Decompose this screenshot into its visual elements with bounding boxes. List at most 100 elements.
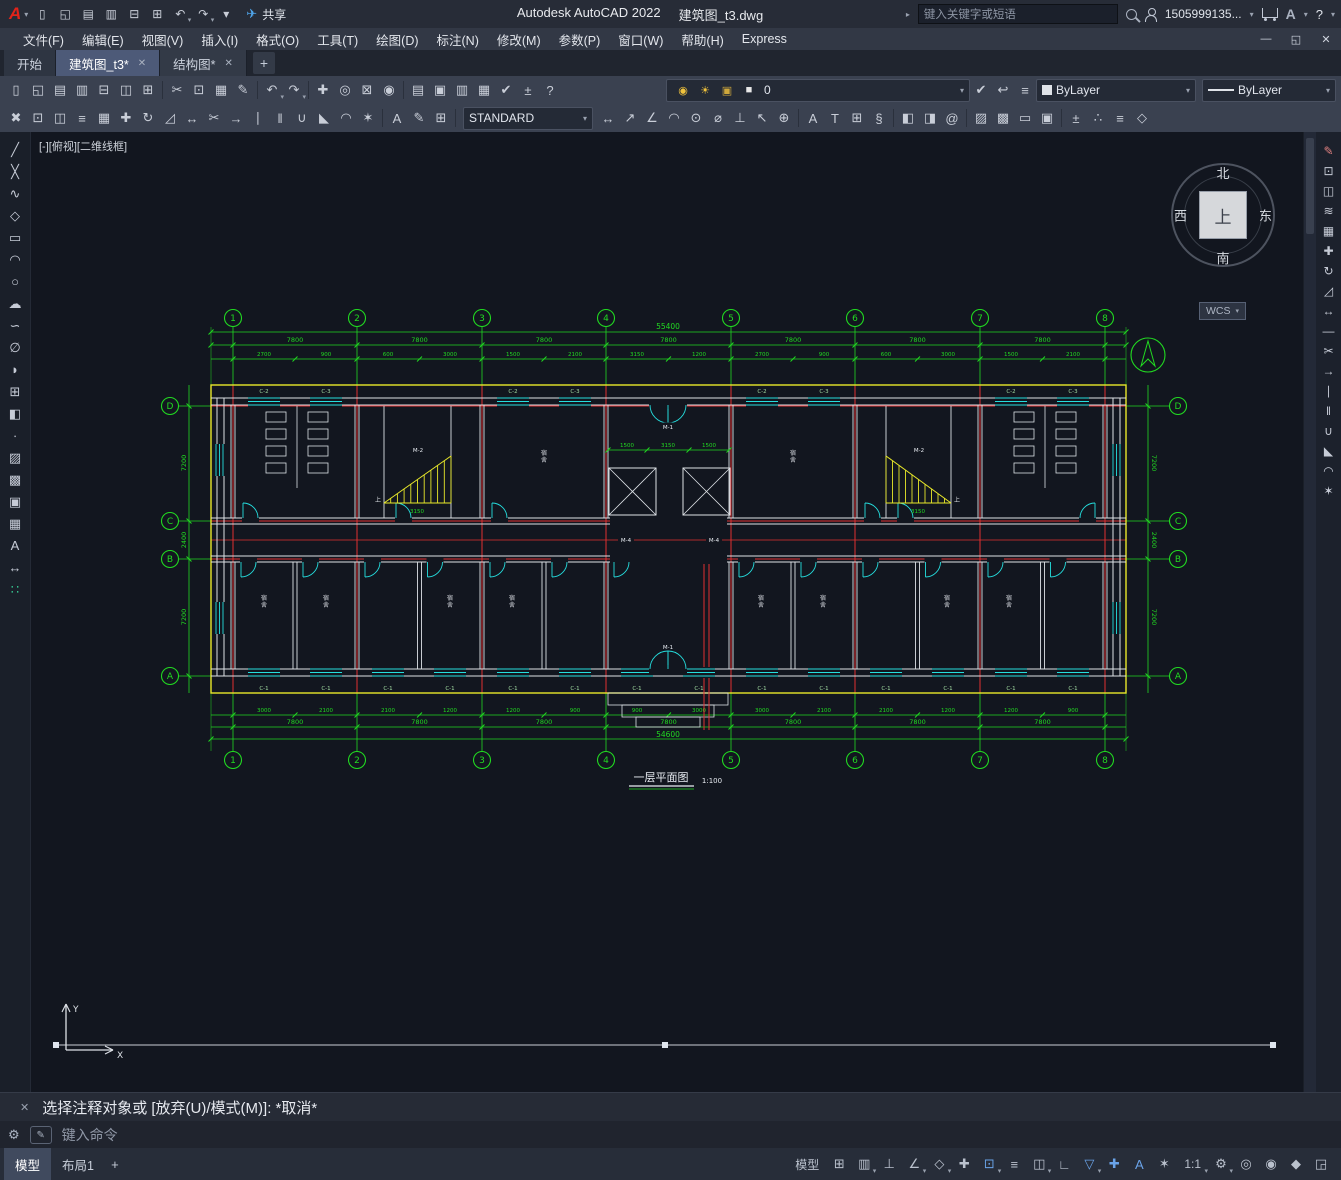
menu-item[interactable]: 帮助(H) — [672, 28, 732, 50]
new-drawing-tab-button[interactable]: + — [252, 52, 275, 74]
gradient-icon[interactable]: ▩ — [992, 107, 1014, 129]
plot-preview-icon[interactable]: ◫ — [115, 79, 137, 101]
trim-icon[interactable]: ✂ — [203, 107, 225, 129]
text-style-dropdown[interactable]: STANDARD ▾ — [463, 106, 593, 130]
gizmo-icon[interactable]: ✚ — [1102, 1152, 1126, 1176]
dim-aligned-icon[interactable]: ↗ — [619, 107, 641, 129]
move-icon[interactable]: ✚ — [115, 107, 137, 129]
layer-on-icon[interactable]: ◉ — [672, 79, 694, 101]
viewcube[interactable]: 北 南 西 东 上 — [1171, 163, 1275, 267]
file-tab[interactable]: 建筑图_t3* ✕ — [56, 50, 161, 76]
menu-item[interactable]: 插入(I) — [192, 28, 247, 50]
selection-cycling-icon[interactable]: ◫ ▾ — [1027, 1152, 1051, 1176]
make-object-layer-current-icon[interactable]: ✔ — [970, 79, 992, 101]
ellipse-arc-icon[interactable]: ◗ — [2, 360, 28, 379]
dim-angular-icon[interactable]: ∠ — [641, 107, 663, 129]
file-tab[interactable]: 开始 — [4, 50, 57, 76]
chamfer-icon[interactable]: ◣ — [313, 107, 335, 129]
open-icon[interactable]: ◱ — [27, 79, 49, 101]
open-file-icon[interactable]: ◱ — [55, 4, 75, 24]
break-icon[interactable]: ‖ — [1318, 402, 1340, 420]
vertical-scrollbar[interactable] — [1303, 132, 1316, 1092]
search-icon[interactable] — [1125, 8, 1137, 20]
lineweight-icon[interactable]: ≡ — [1002, 1152, 1026, 1176]
zoom-realtime-icon[interactable]: ◎ — [334, 79, 356, 101]
mirror-icon[interactable]: ◫ — [1318, 182, 1340, 200]
menu-item[interactable]: 工具(T) — [308, 28, 367, 50]
zoom-window-icon[interactable]: ⊠ — [356, 79, 378, 101]
isolate-objects-icon[interactable]: ◉ — [1259, 1152, 1283, 1176]
pan-realtime-icon[interactable]: ✚ — [312, 79, 334, 101]
annotation-scale-icon[interactable]: 1:1 ▾ — [1177, 1152, 1208, 1176]
autodesk-icon[interactable]: A — [1286, 6, 1296, 22]
quick-calc-icon[interactable]: ± — [517, 79, 539, 101]
layer-dropdown[interactable]: ◉ ☀ ▣ ■ 0 ▾ — [666, 78, 970, 102]
explode-icon[interactable]: ✶ — [357, 107, 379, 129]
viewcube-south-label[interactable]: 南 — [1216, 248, 1229, 267]
paste-clip-icon[interactable]: ▦ — [210, 79, 232, 101]
markup-set-manager-icon[interactable]: ✔ — [495, 79, 517, 101]
break-icon[interactable]: ‖ — [269, 107, 291, 129]
make-block-icon[interactable]: ◧ — [2, 404, 28, 423]
erase-icon[interactable]: ✎ — [1318, 142, 1340, 160]
drawing-canvas[interactable]: 55400 7800 7800 7800 7800 7800 7800 7800 2700 900… — [31, 132, 1303, 1092]
app-store-icon[interactable] — [1261, 7, 1278, 21]
viewport-controls[interactable]: [-][俯视][二维线框] — [39, 138, 127, 154]
edit-attribute-icon[interactable]: @ — [941, 107, 963, 129]
insert-block-icon[interactable]: ⊞ — [2, 382, 28, 401]
layer-previous-icon[interactable]: ↩ — [992, 79, 1014, 101]
layer-thaw-icon[interactable]: ☀ — [694, 79, 716, 101]
revision-cloud-icon[interactable]: ☁ — [2, 294, 28, 313]
array-icon[interactable]: ▦ — [93, 107, 115, 129]
viewcube-top-face[interactable]: 上 — [1199, 191, 1247, 239]
file-tab[interactable]: 结构图* ✕ — [160, 50, 247, 76]
dim-diameter-icon[interactable]: ⌀ — [707, 107, 729, 129]
polygon-icon[interactable]: ◇ — [2, 206, 28, 225]
table-style-icon[interactable]: ⊞ — [430, 107, 452, 129]
grid-display-icon[interactable]: ⊞ — [827, 1152, 851, 1176]
help-button[interactable]: ? — [1316, 7, 1323, 22]
floor-plan[interactable]: 55400 7800 7800 7800 7800 7800 7800 7800 2700 900… — [160, 308, 1188, 790]
tab-close-icon[interactable]: ✕ — [138, 58, 146, 69]
user-id[interactable]: 1505999135... — [1165, 7, 1242, 21]
qat-customize-icon[interactable]: ▾ — [216, 4, 236, 24]
dim-style-icon[interactable]: ✎ — [408, 107, 430, 129]
hatch-icon[interactable]: ▨ — [2, 448, 28, 467]
join-icon[interactable]: ∪ — [291, 107, 313, 129]
spline-icon[interactable]: ∽ — [2, 316, 28, 335]
menu-item[interactable]: 绘图(D) — [367, 28, 427, 50]
match-properties-icon[interactable]: ✎ — [232, 79, 254, 101]
circle-icon[interactable]: ○ — [2, 272, 28, 291]
menu-item[interactable]: 格式(O) — [247, 28, 308, 50]
fillet-icon[interactable]: ◠ — [335, 107, 357, 129]
move-icon[interactable]: ✚ — [1318, 242, 1340, 260]
area-icon[interactable]: ◇ — [1131, 107, 1153, 129]
list-icon[interactable]: ≡ — [1109, 107, 1131, 129]
help-icon[interactable]: ? — [539, 79, 561, 101]
boundary-icon[interactable]: ▭ — [1014, 107, 1036, 129]
print-icon[interactable]: ⊟ — [93, 79, 115, 101]
app-menu-logo[interactable]: A — [6, 4, 24, 24]
command-input-row[interactable]: ⚙ ✎ 键入命令 — [0, 1121, 1341, 1149]
rotate-icon[interactable]: ↻ — [137, 107, 159, 129]
menu-item[interactable]: 窗口(W) — [609, 28, 672, 50]
chamfer-icon[interactable]: ◣ — [1318, 442, 1340, 460]
dim-linear-icon[interactable]: ↔ — [597, 107, 619, 129]
print-icon[interactable]: ⊟ — [124, 4, 144, 24]
hatch-icon[interactable]: ▨ — [970, 107, 992, 129]
new-file-icon[interactable]: ▯ — [32, 4, 52, 24]
rotate-icon[interactable]: ↻ — [1318, 262, 1340, 280]
dimension-icon[interactable]: ↔ — [2, 558, 28, 577]
object-snap-tracking-icon[interactable]: ✚ — [952, 1152, 976, 1176]
erase-icon[interactable]: ✖ — [5, 107, 27, 129]
annotation-visibility-icon[interactable]: A — [1127, 1152, 1151, 1176]
minimize-button[interactable]: — — [1251, 28, 1281, 50]
snap-mode-icon[interactable]: ▥ ▾ — [852, 1152, 876, 1176]
construction-line-icon[interactable]: ╳ — [2, 162, 28, 181]
region-icon[interactable]: ▣ — [1036, 107, 1058, 129]
multiline-text-icon[interactable]: A — [2, 536, 28, 555]
polyline-icon[interactable]: ∿ — [2, 184, 28, 203]
measure-icon[interactable]: ± — [1065, 107, 1087, 129]
undo-icon[interactable]: ↶ ▾ — [170, 4, 191, 24]
selection-filter-icon[interactable]: ▽ ▾ — [1077, 1152, 1101, 1176]
